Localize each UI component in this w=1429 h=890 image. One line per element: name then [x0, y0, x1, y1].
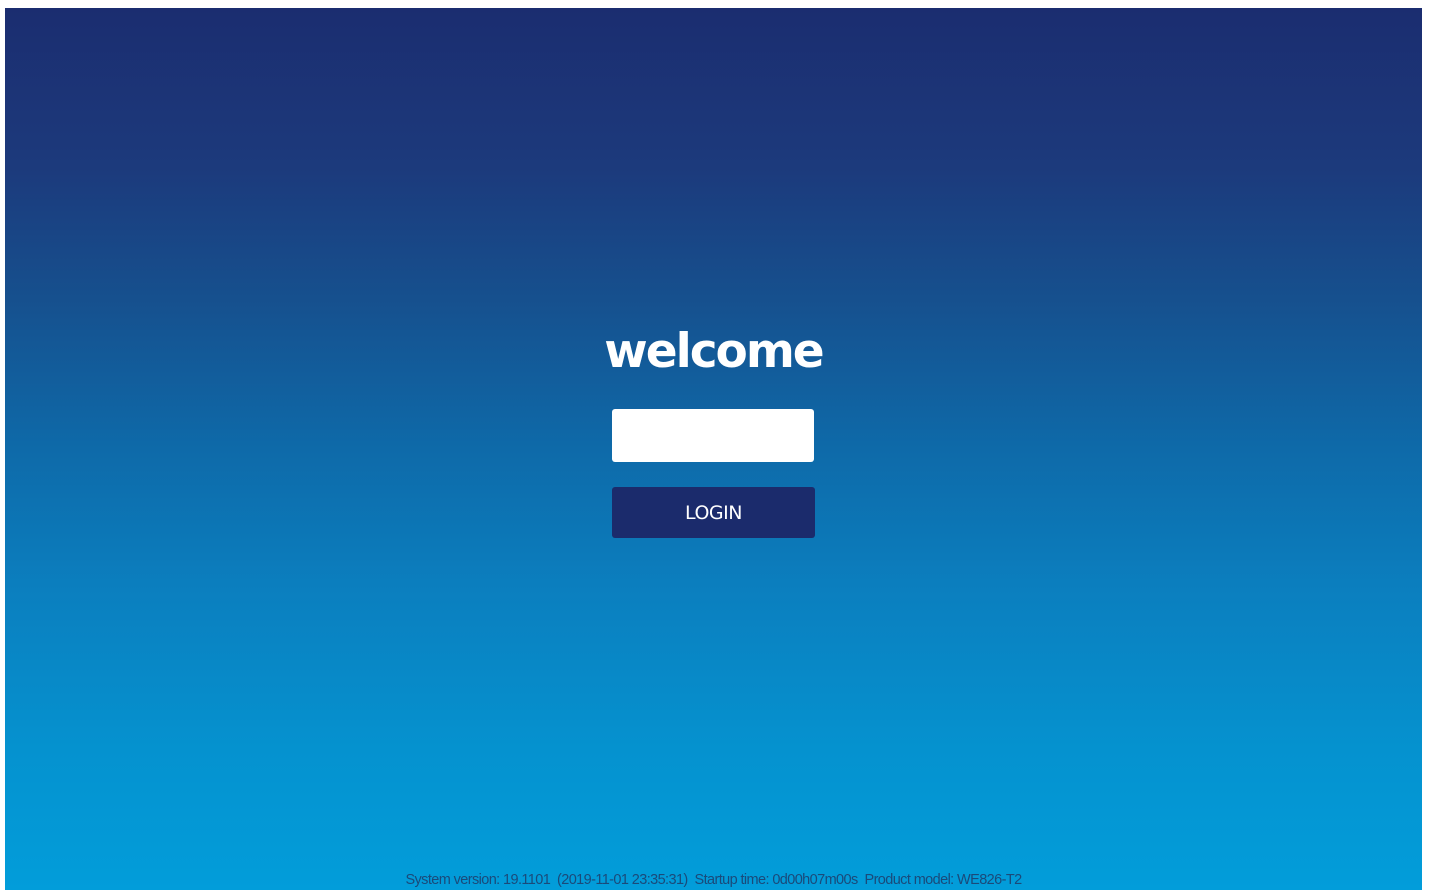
login-button[interactable]: LOGIN	[612, 487, 815, 538]
system-info-footer: System version: 19.1101 (2019-11-01 23:3…	[405, 872, 1022, 888]
welcome-title: welcome	[604, 324, 824, 379]
login-page: welcome LOGIN System version: 19.1101 (2…	[5, 8, 1422, 890]
password-input[interactable]	[612, 409, 814, 462]
